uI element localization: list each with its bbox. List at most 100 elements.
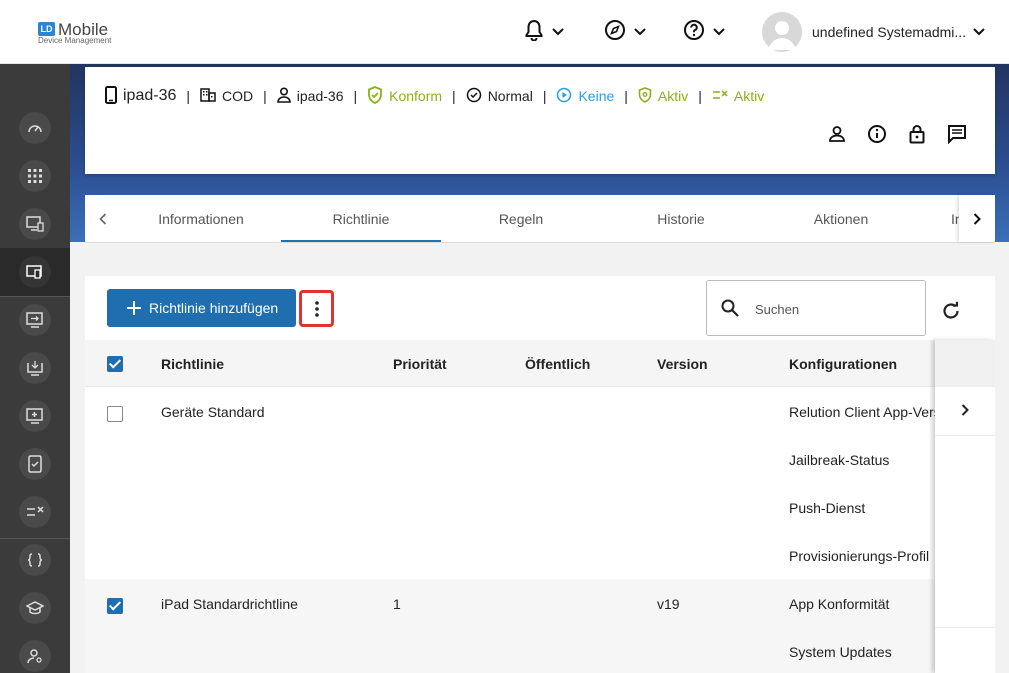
add-policy-label: Richtlinie hinzufügen bbox=[149, 300, 279, 316]
shield-state-segment: Aktiv bbox=[638, 86, 689, 106]
sidebar-item-devices[interactable] bbox=[0, 248, 70, 296]
sidebar-item-rules[interactable] bbox=[0, 488, 70, 536]
monitor-star-icon bbox=[26, 216, 44, 232]
config-item: Jailbreak-Status bbox=[789, 452, 890, 468]
help-icon bbox=[683, 19, 705, 46]
sidebar-item-enrollment[interactable] bbox=[0, 296, 70, 344]
separator: | bbox=[353, 88, 358, 104]
status-segment: Normal bbox=[466, 87, 533, 106]
lock-icon[interactable] bbox=[907, 123, 927, 145]
sidebar-item-install[interactable] bbox=[0, 344, 70, 392]
devices-icon bbox=[26, 265, 42, 279]
sidebar-item-users[interactable] bbox=[0, 632, 70, 673]
separator: | bbox=[186, 88, 191, 104]
column-header-richtlinie[interactable]: Richtlinie bbox=[161, 340, 224, 387]
rules-check-icon bbox=[712, 88, 728, 104]
tab-regeln[interactable]: Regeln bbox=[441, 195, 601, 242]
row-expand-button[interactable] bbox=[935, 387, 995, 435]
plus-icon bbox=[127, 301, 141, 315]
search-input[interactable] bbox=[755, 299, 915, 319]
top-bar: LD Mobile Device Management undefined Sy… bbox=[0, 0, 1009, 64]
bell-icon bbox=[524, 19, 544, 46]
table-header: Richtlinie Priorität Öffentlich Version … bbox=[85, 340, 935, 387]
sidebar-item-apps[interactable] bbox=[0, 152, 70, 200]
monitor-arrow-icon bbox=[26, 312, 43, 328]
shield-check-icon bbox=[367, 85, 383, 107]
tab-bar: Informationen Richtlinie Regeln Historie… bbox=[85, 195, 995, 243]
column-header-prioritaet[interactable]: Priorität bbox=[393, 340, 447, 387]
tablet-icon bbox=[105, 85, 117, 107]
column-header-oeffentlich[interactable]: Öffentlich bbox=[525, 340, 590, 387]
monitor-plus-icon bbox=[26, 408, 43, 424]
graduation-cap-icon bbox=[26, 601, 44, 615]
device-user: ipad-36 bbox=[296, 88, 344, 104]
policy-name: Geräte Standard bbox=[161, 404, 265, 420]
tab-historie[interactable]: Historie bbox=[601, 195, 761, 242]
mode-segment: Keine bbox=[556, 87, 614, 106]
refresh-icon[interactable] bbox=[940, 300, 962, 322]
actions-column-header bbox=[935, 340, 995, 387]
column-header-version[interactable]: Version bbox=[657, 340, 708, 387]
policy-name: iPad Standardrichtline bbox=[161, 596, 298, 612]
more-options-button[interactable] bbox=[299, 290, 334, 327]
chevron-down-icon bbox=[552, 23, 564, 41]
sidebar-item-add-device[interactable] bbox=[0, 392, 70, 440]
chevron-down-icon bbox=[713, 23, 725, 41]
monitor-download-icon bbox=[27, 361, 43, 376]
sidebar-item-dashboard[interactable] bbox=[0, 104, 70, 152]
app-logo[interactable]: LD Mobile Device Management bbox=[38, 20, 128, 48]
chevron-right-icon bbox=[961, 404, 969, 416]
search-icon bbox=[721, 299, 739, 317]
tab-aktionen[interactable]: Aktionen bbox=[761, 195, 921, 242]
assign-user-icon[interactable] bbox=[827, 123, 847, 145]
sidebar-item-compliance[interactable] bbox=[0, 440, 70, 488]
user-name: undefined Systemadmi... bbox=[812, 24, 967, 40]
notifications-menu[interactable] bbox=[524, 19, 564, 46]
chevron-down-icon bbox=[973, 23, 985, 41]
device-name: ipad-36 bbox=[123, 87, 177, 104]
device-status: Normal bbox=[487, 88, 533, 104]
rules-icon bbox=[27, 506, 44, 516]
tab-informationen[interactable]: Informationen bbox=[121, 195, 281, 242]
search-box[interactable] bbox=[706, 280, 926, 336]
active-tab-indicator bbox=[281, 240, 441, 242]
avatar bbox=[762, 12, 802, 52]
user-settings-icon bbox=[27, 649, 42, 664]
chevron-left-icon bbox=[99, 212, 107, 225]
organization-segment: COD bbox=[200, 87, 253, 105]
row-checkbox[interactable] bbox=[107, 598, 123, 614]
device-info-icon[interactable] bbox=[867, 123, 887, 145]
column-header-konfigurationen[interactable]: Konfigurationen bbox=[789, 340, 897, 387]
person-icon bbox=[276, 86, 291, 106]
chevron-down-icon bbox=[634, 23, 646, 41]
separator: | bbox=[624, 88, 628, 104]
user-segment[interactable]: ipad-36 bbox=[276, 86, 344, 106]
building-icon bbox=[200, 87, 216, 105]
tab-richtlinie[interactable]: Richtlinie bbox=[281, 195, 441, 242]
config-item: Push-Dienst bbox=[789, 500, 866, 516]
separator: | bbox=[263, 88, 267, 104]
add-policy-button[interactable]: Richtlinie hinzufügen bbox=[107, 289, 296, 327]
row-checkbox[interactable] bbox=[107, 406, 123, 422]
help-menu[interactable] bbox=[683, 19, 725, 46]
sidebar-item-store[interactable] bbox=[0, 200, 70, 248]
policy-priority: 1 bbox=[393, 596, 401, 612]
sidebar bbox=[0, 64, 70, 673]
user-menu[interactable]: undefined Systemadmi... bbox=[762, 12, 985, 52]
policy-version: v19 bbox=[657, 596, 680, 612]
config-item: Relution Client App-Version bbox=[789, 404, 935, 420]
tab-scroll-right[interactable] bbox=[959, 195, 995, 242]
sidebar-item-education[interactable] bbox=[0, 584, 70, 632]
table-row[interactable]: iPad Standardrichtline 1 v19 App Konform… bbox=[85, 579, 935, 673]
tab-scroll-left[interactable] bbox=[85, 195, 121, 242]
play-circle-icon bbox=[556, 87, 572, 106]
chevron-right-icon bbox=[973, 212, 981, 225]
table-row[interactable]: Geräte Standard Relution Client App-Vers… bbox=[85, 387, 935, 579]
select-all-checkbox[interactable] bbox=[107, 356, 123, 372]
shield-status: Aktiv bbox=[657, 88, 689, 104]
tab-partial[interactable]: In bbox=[921, 195, 959, 242]
message-icon[interactable] bbox=[947, 123, 967, 145]
explore-menu[interactable] bbox=[604, 19, 646, 44]
phone-check-icon bbox=[28, 455, 42, 473]
sidebar-item-scripts[interactable] bbox=[0, 536, 70, 584]
